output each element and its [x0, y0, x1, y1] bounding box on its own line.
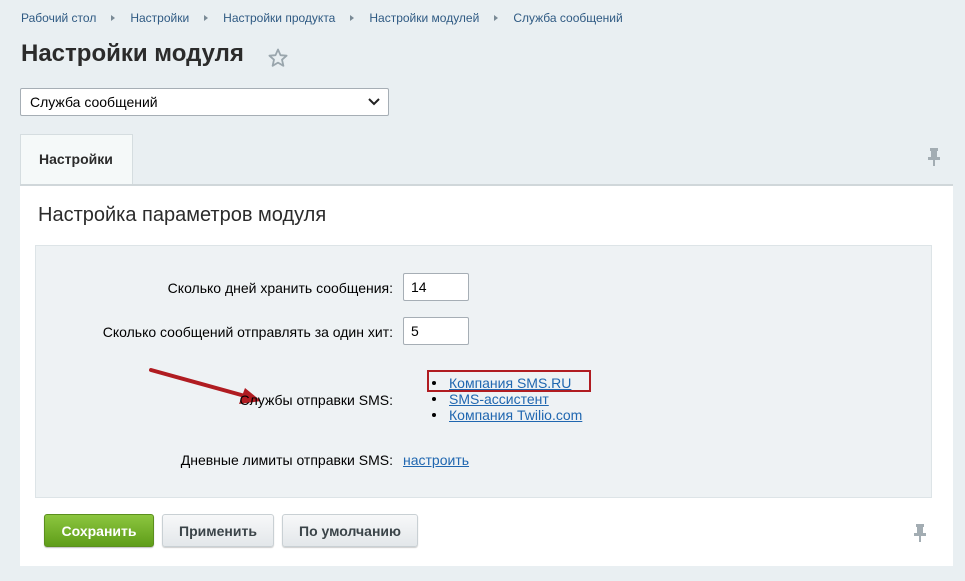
default-button[interactable]: По умолчанию [282, 514, 418, 547]
breadcrumb-separator-icon [350, 15, 355, 22]
page-title: Настройки модуля [21, 40, 244, 67]
daily-limits-label: Дневные лимиты отправки SMS: [180, 452, 393, 468]
list-item: Компания Twilio.com [431, 407, 582, 423]
list-item: SMS-ассистент [431, 391, 582, 407]
breadcrumb-item-message-service[interactable]: Служба сообщений [513, 11, 622, 25]
pin-icon[interactable] [926, 147, 942, 167]
keep-days-label: Сколько дней хранить сообщения: [167, 280, 393, 296]
save-button[interactable]: Сохранить [44, 514, 154, 547]
breadcrumb-item-desktop[interactable]: Рабочий стол [21, 11, 96, 25]
breadcrumb-separator-icon [111, 15, 116, 22]
chevron-down-icon [368, 98, 380, 106]
sms-service-link-twilio[interactable]: Компания Twilio.com [449, 407, 582, 423]
highlight-box [427, 370, 591, 392]
per-hit-label: Сколько сообщений отправлять за один хит… [102, 324, 393, 340]
settings-panel: Настройка параметров модуля Сколько дней… [20, 184, 953, 566]
tab-bar: Настройки [20, 134, 953, 184]
module-select-value: Служба сообщений [30, 94, 158, 110]
settings-form: Сколько дней хранить сообщения: 14 Сколь… [35, 245, 932, 498]
keep-days-input[interactable]: 14 [403, 273, 469, 301]
pin-icon[interactable] [912, 523, 928, 543]
bullet-icon [432, 397, 436, 401]
breadcrumb: Рабочий стол Настройки Настройки продукта Н… [21, 11, 623, 25]
tab-settings-label: Настройки [39, 151, 113, 167]
sms-services-label: Службы отправки SMS: [239, 392, 393, 408]
tab-settings[interactable]: Настройки [20, 134, 133, 184]
breadcrumb-separator-icon [494, 15, 499, 22]
bullet-icon [432, 413, 436, 417]
breadcrumb-item-module-settings[interactable]: Настройки модулей [369, 11, 479, 25]
daily-limits-configure-link[interactable]: настроить [403, 452, 469, 468]
breadcrumb-item-product-settings[interactable]: Настройки продукта [223, 11, 335, 25]
breadcrumb-item-settings[interactable]: Настройки [130, 11, 189, 25]
star-icon[interactable] [268, 48, 288, 68]
section-title: Настройка параметров модуля [38, 204, 327, 226]
apply-button[interactable]: Применить [162, 514, 274, 547]
breadcrumb-separator-icon [204, 15, 209, 22]
module-select[interactable]: Служба сообщений [20, 88, 389, 116]
per-hit-input[interactable]: 5 [403, 317, 469, 345]
sms-service-link-sms-assistant[interactable]: SMS-ассистент [449, 391, 549, 407]
